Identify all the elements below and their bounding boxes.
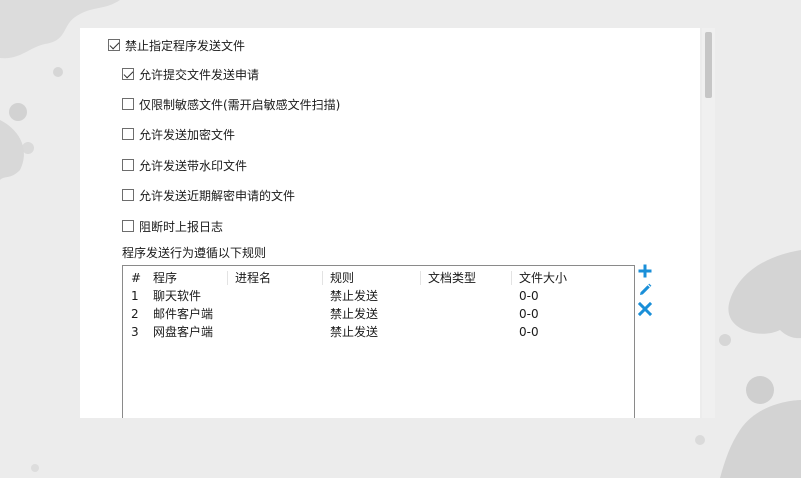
table-header: # 程序 进程名 规则 文档类型 文件大小 [123, 269, 634, 287]
cell-rule: 禁止发送 [330, 325, 379, 339]
header-file-size[interactable]: 文件大小 [519, 269, 567, 287]
header-process[interactable]: 进程名 [235, 269, 271, 287]
table-row[interactable]: 1 聊天软件 禁止发送 0-0 [123, 287, 634, 305]
cell-program: 网盘客户端 [153, 325, 214, 339]
close-icon[interactable] [638, 302, 652, 316]
cell-program: 聊天软件 [153, 289, 202, 303]
rules-table[interactable]: # 程序 进程名 规则 文档类型 文件大小 1 聊天软件 禁止发送 0-0 2 … [122, 265, 635, 418]
option-allow-watermark[interactable]: 允许发送带水印文件 [122, 156, 247, 174]
cell-file-size: 0-0 [519, 289, 539, 303]
option-allow-encrypted[interactable]: 允许发送加密文件 [122, 125, 235, 143]
cell-rule: 禁止发送 [330, 289, 379, 303]
allow-encrypted-label: 允许发送加密文件 [139, 127, 236, 142]
cell-num: 1 [131, 289, 139, 303]
allow-watermark-label: 允许发送带水印文件 [139, 158, 248, 173]
header-program[interactable]: 程序 [153, 269, 177, 287]
header-divider[interactable] [227, 271, 228, 285]
allow-watermark-checkbox[interactable] [122, 159, 134, 171]
header-doc-type[interactable]: 文档类型 [428, 269, 476, 287]
header-divider[interactable] [322, 271, 323, 285]
allow-apply-label: 允许提交文件发送申请 [139, 67, 260, 82]
option-allow-recent-decrypt[interactable]: 允许发送近期解密申请的文件 [122, 186, 295, 204]
allow-recent-decrypt-checkbox[interactable] [122, 189, 134, 201]
option-sensitive-only[interactable]: 仅限制敏感文件(需开启敏感文件扫描) [122, 95, 340, 113]
pencil-icon[interactable] [638, 283, 652, 297]
cell-num: 2 [131, 307, 139, 321]
allow-encrypted-checkbox[interactable] [122, 128, 134, 140]
cell-rule: 禁止发送 [330, 307, 379, 321]
header-num[interactable]: # [131, 269, 141, 287]
cell-file-size: 0-0 [519, 307, 539, 321]
settings-panel: 禁止指定程序发送文件 允许提交文件发送申请 仅限制敏感文件(需开启敏感文件扫描)… [80, 28, 700, 418]
report-log-checkbox[interactable] [122, 220, 134, 232]
rules-section-title: 程序发送行为遵循以下规则 [122, 246, 267, 260]
allow-apply-checkbox[interactable] [122, 68, 134, 80]
option-report-log[interactable]: 阻断时上报日志 [122, 217, 223, 235]
option-block-send[interactable]: 禁止指定程序发送文件 [108, 36, 245, 54]
scrollbar-thumb[interactable] [705, 32, 712, 98]
block-send-checkbox[interactable] [108, 39, 120, 51]
cell-file-size: 0-0 [519, 325, 539, 339]
plus-icon[interactable] [638, 264, 652, 278]
sensitive-only-label: 仅限制敏感文件(需开启敏感文件扫描) [139, 97, 341, 112]
table-row[interactable]: 2 邮件客户端 禁止发送 0-0 [123, 305, 634, 323]
option-allow-apply[interactable]: 允许提交文件发送申请 [122, 65, 259, 83]
header-rule[interactable]: 规则 [330, 269, 354, 287]
header-divider[interactable] [420, 271, 421, 285]
block-send-label: 禁止指定程序发送文件 [125, 38, 246, 53]
rule-toolbar [638, 264, 654, 321]
cell-program: 邮件客户端 [153, 307, 214, 321]
header-divider[interactable] [511, 271, 512, 285]
sensitive-only-checkbox[interactable] [122, 98, 134, 110]
cell-num: 3 [131, 325, 139, 339]
report-log-label: 阻断时上报日志 [139, 219, 224, 234]
table-row[interactable]: 3 网盘客户端 禁止发送 0-0 [123, 323, 634, 341]
allow-recent-decrypt-label: 允许发送近期解密申请的文件 [139, 188, 296, 203]
